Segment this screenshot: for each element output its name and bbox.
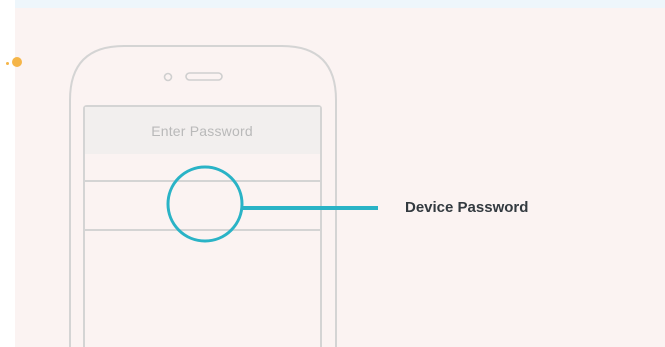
phone-body-outline bbox=[69, 45, 337, 347]
phone-illustration bbox=[69, 45, 378, 347]
password-field-placeholder: Enter Password bbox=[151, 122, 253, 139]
illustration-stage: Enter Password Device Password bbox=[0, 0, 665, 347]
earpiece-speaker-icon bbox=[185, 72, 223, 81]
device-password-label: Device Password bbox=[405, 199, 529, 216]
front-camera-icon bbox=[163, 72, 173, 82]
